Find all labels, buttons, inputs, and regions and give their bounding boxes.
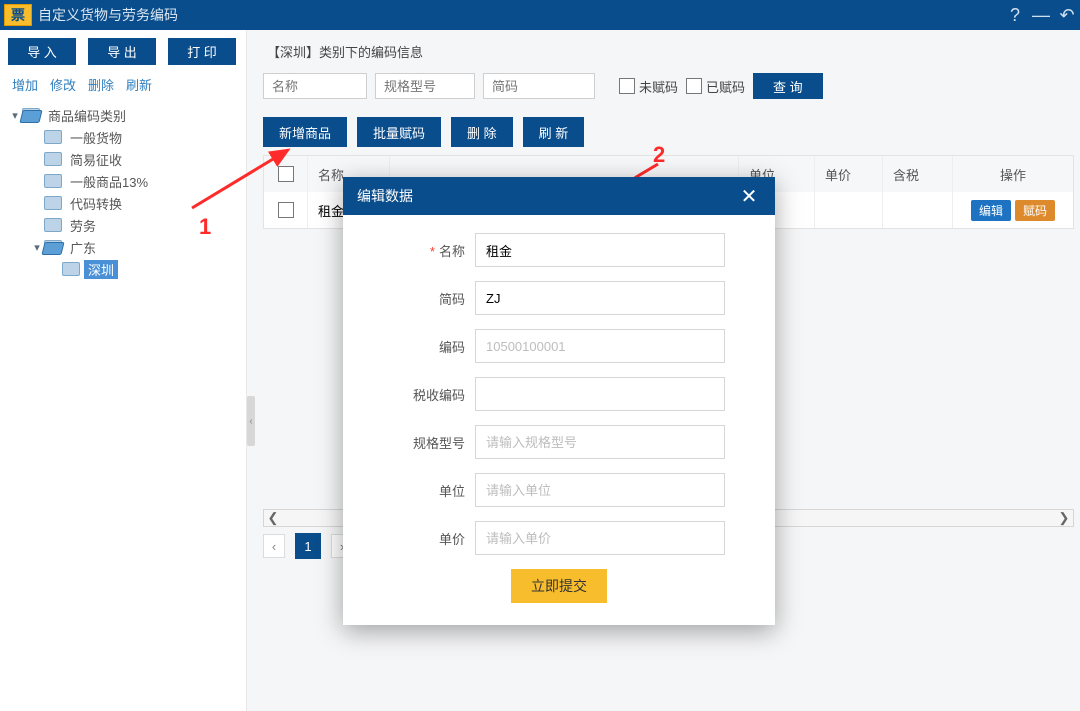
folder-icon — [44, 130, 62, 144]
tree-node-service[interactable]: 劳务 — [8, 214, 246, 236]
tree-root-label: 商品编码类别 — [44, 106, 130, 125]
folder-icon — [44, 174, 62, 188]
input-price[interactable] — [475, 521, 725, 555]
filter-spec-input[interactable] — [375, 73, 475, 99]
tree-node-general-goods[interactable]: 一般货物 — [8, 126, 246, 148]
input-unit[interactable] — [475, 473, 725, 507]
select-all-checkbox[interactable] — [278, 166, 294, 182]
checkbox-icon — [686, 78, 702, 94]
export-button[interactable]: 导 出 — [88, 38, 156, 65]
section-title: 【深圳】类别下的编码信息 — [267, 42, 1074, 61]
window-title: 自定义货物与劳务编码 — [38, 5, 178, 25]
tree-label: 一般货物 — [66, 128, 126, 147]
tree-label: 广东 — [66, 238, 100, 257]
minimize-icon[interactable]: — — [1028, 2, 1054, 28]
batch-code-button[interactable]: 批量赋码 — [357, 117, 441, 147]
input-taxcode[interactable] — [475, 377, 725, 411]
sidebar: 导 入 导 出 打 印 增加 修改 删除 刷新 ▾ 商品编码类别 一般货物 简易… — [0, 30, 247, 711]
label-spec: 规格型号 — [393, 433, 475, 452]
close-icon[interactable]: ✕ — [737, 184, 761, 208]
input-name[interactable] — [475, 233, 725, 267]
label-code: 编码 — [393, 337, 475, 356]
print-button[interactable]: 打 印 — [168, 38, 236, 65]
tree-label: 劳务 — [66, 216, 100, 235]
col-op: 操作 — [953, 156, 1073, 192]
row-checkbox[interactable] — [278, 202, 294, 218]
filter-row: 未赋码 已赋码 查 询 — [263, 73, 1074, 99]
checkbox-label: 未赋码 — [639, 77, 678, 96]
folder-open-icon — [22, 108, 40, 122]
folder-icon — [44, 152, 62, 166]
filter-short-input[interactable] — [483, 73, 595, 99]
add-product-button[interactable]: 新增商品 — [263, 117, 347, 147]
filter-name-input[interactable] — [263, 73, 367, 99]
tree-label-selected: 深圳 — [84, 260, 118, 279]
tree-node-guangdong[interactable]: ▾广东 — [8, 236, 246, 258]
checkbox-icon — [619, 78, 635, 94]
input-code[interactable] — [475, 329, 725, 363]
sidebar-delete-link[interactable]: 删除 — [88, 75, 114, 94]
tree-node-general-13[interactable]: 一般商品13% — [8, 170, 246, 192]
sidebar-refresh-link[interactable]: 刷新 — [126, 75, 152, 94]
scroll-right-icon[interactable]: ❯ — [1055, 510, 1073, 526]
col-tax: 含税 — [883, 156, 953, 192]
input-spec[interactable] — [475, 425, 725, 459]
label-name: 名称 — [439, 244, 465, 259]
app-logo: 票 — [4, 4, 32, 26]
tree-node-shenzhen[interactable]: 深圳 — [8, 258, 246, 280]
category-tree: ▾ 商品编码类别 一般货物 简易征收 一般商品13% 代码转换 劳务 ▾广东 深… — [0, 100, 246, 280]
col-price: 单价 — [815, 156, 883, 192]
folder-icon — [44, 218, 62, 232]
import-button[interactable]: 导 入 — [8, 38, 76, 65]
delete-button[interactable]: 删 除 — [451, 117, 513, 147]
titlebar: 票 自定义货物与劳务编码 ? — ↶ — [0, 0, 1080, 30]
label-short: 简码 — [393, 289, 475, 308]
label-taxcode: 税收编码 — [393, 385, 475, 404]
refresh-button[interactable]: 刷 新 — [523, 117, 585, 147]
row-edit-button[interactable]: 编辑 — [971, 200, 1011, 221]
query-button[interactable]: 查 询 — [753, 73, 823, 99]
tree-label: 代码转换 — [66, 194, 126, 213]
label-unit: 单位 — [393, 481, 475, 500]
folder-icon — [62, 262, 80, 276]
row-code-button[interactable]: 赋码 — [1015, 200, 1055, 221]
checkbox-label: 已赋码 — [706, 77, 745, 96]
tree-label: 简易征收 — [66, 150, 126, 169]
edit-modal: 编辑数据 ✕ *名称 简码 编码 税收编码 规格型号 单位 单价 — [343, 177, 775, 625]
folder-open-icon — [44, 240, 62, 254]
sidebar-add-link[interactable]: 增加 — [12, 75, 38, 94]
submit-button[interactable]: 立即提交 — [511, 569, 607, 603]
tree-node-code-convert[interactable]: 代码转换 — [8, 192, 246, 214]
help-icon[interactable]: ? — [1002, 2, 1028, 28]
filter-assigned-checkbox[interactable]: 已赋码 — [686, 77, 745, 96]
input-short[interactable] — [475, 281, 725, 315]
back-icon[interactable]: ↶ — [1054, 2, 1080, 28]
sidebar-modify-link[interactable]: 修改 — [50, 75, 76, 94]
label-price: 单价 — [393, 529, 475, 548]
tree-node-simple-levy[interactable]: 简易征收 — [8, 148, 246, 170]
filter-unassigned-checkbox[interactable]: 未赋码 — [619, 77, 678, 96]
folder-icon — [44, 196, 62, 210]
pager-prev-button[interactable]: ‹ — [263, 534, 285, 558]
scroll-left-icon[interactable]: ❮ — [264, 510, 282, 526]
tree-label: 一般商品13% — [66, 172, 152, 191]
modal-title: 编辑数据 — [357, 186, 737, 206]
tree-root[interactable]: ▾ 商品编码类别 — [8, 104, 246, 126]
pager-current[interactable]: 1 — [295, 533, 321, 559]
